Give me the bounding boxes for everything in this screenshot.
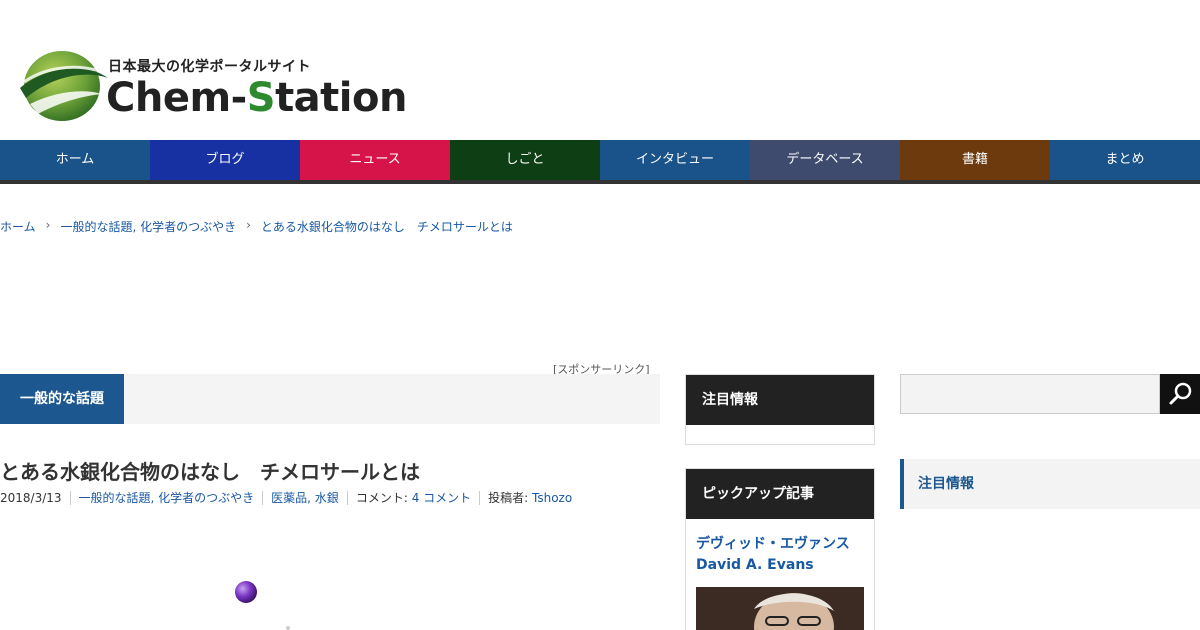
article-tags[interactable]: 医薬品, 水銀: [263, 491, 348, 505]
breadcrumb-separator: ›: [45, 218, 51, 232]
wordmark-part1: Chem-: [106, 75, 247, 121]
breadcrumb-category[interactable]: 一般的な話題, 化学者のつぶやき: [60, 218, 236, 235]
article-comments: コメント: 4 コメント: [348, 491, 481, 505]
nav-divider: [0, 180, 1200, 184]
portrait-image: [696, 587, 864, 630]
breadcrumb-home[interactable]: ホーム: [0, 218, 36, 235]
chem-station-logo-icon[interactable]: [16, 48, 112, 124]
site-header: 日本最大の化学ポータルサイト Chem-Station: [0, 0, 1200, 140]
nav-item-books[interactable]: 書籍: [900, 140, 1050, 180]
pickup-photo[interactable]: [696, 587, 864, 630]
breadcrumb-separator: ›: [246, 218, 251, 232]
nav-item-jobs[interactable]: しごと: [450, 140, 600, 180]
site-wordmark[interactable]: Chem-Station: [106, 74, 407, 122]
right-notice-heading: 注目情報: [918, 476, 974, 492]
comment-label: コメント:: [355, 491, 408, 505]
article-title: とある水銀化合物のはなし チメロサールとは: [0, 460, 420, 484]
author-link[interactable]: Tshozo: [532, 491, 572, 505]
breadcrumb-current[interactable]: とある水銀化合物のはなし チメロサールとは: [261, 218, 513, 235]
nav-item-home[interactable]: ホーム: [0, 140, 150, 180]
sidebar-notice-box: 注目情報: [685, 374, 875, 445]
wordmark-part2: tation: [275, 75, 407, 121]
sidebar-pickup-heading: ピックアップ記事: [686, 469, 874, 519]
sidebar-pickup-box: ピックアップ記事 デヴィッド・エヴァンス David A. Evans: [685, 468, 875, 630]
comment-link[interactable]: 4 コメント: [412, 491, 471, 505]
pickup-title-ja[interactable]: デヴィッド・エヴァンス: [696, 533, 850, 553]
search-button[interactable]: [1160, 374, 1200, 414]
nav-item-interview[interactable]: インタビュー: [600, 140, 750, 180]
breadcrumb: ホーム › 一般的な話題, 化学者のつぶやき › とある水銀化合物のはなし チメ…: [0, 218, 513, 235]
main-nav: ホーム ブログ ニュース しごと インタビュー データベース 書籍 まとめ: [0, 140, 1200, 180]
article-categories[interactable]: 一般的な話題, 化学者のつぶやき: [71, 491, 264, 505]
category-tag[interactable]: 一般的な話題: [0, 374, 124, 424]
right-notice-heading-box: 注目情報: [900, 459, 1200, 509]
nav-item-news[interactable]: ニュース: [300, 140, 450, 180]
search-input[interactable]: [900, 374, 1160, 414]
nav-item-summary[interactable]: まとめ: [1050, 140, 1200, 180]
article-meta: 2018/3/13 一般的な話題, 化学者のつぶやき 医薬品, 水銀 コメント:…: [0, 491, 580, 505]
category-bar: 一般的な話題: [0, 374, 660, 424]
thimerosal-molecule-image: [235, 581, 290, 630]
nav-item-database[interactable]: データベース: [750, 140, 900, 180]
sidebar-notice-heading: 注目情報: [686, 375, 874, 425]
search-icon: [1169, 382, 1192, 405]
site-tagline: 日本最大の化学ポータルサイト: [108, 59, 311, 75]
wordmark-s: S: [246, 75, 276, 121]
article-author: 投稿者: Tshozo: [480, 491, 580, 505]
nav-item-blog[interactable]: ブログ: [150, 140, 300, 180]
article-date: 2018/3/13: [0, 491, 71, 505]
pickup-title-en[interactable]: David A. Evans: [696, 557, 814, 573]
author-label: 投稿者:: [488, 491, 529, 505]
